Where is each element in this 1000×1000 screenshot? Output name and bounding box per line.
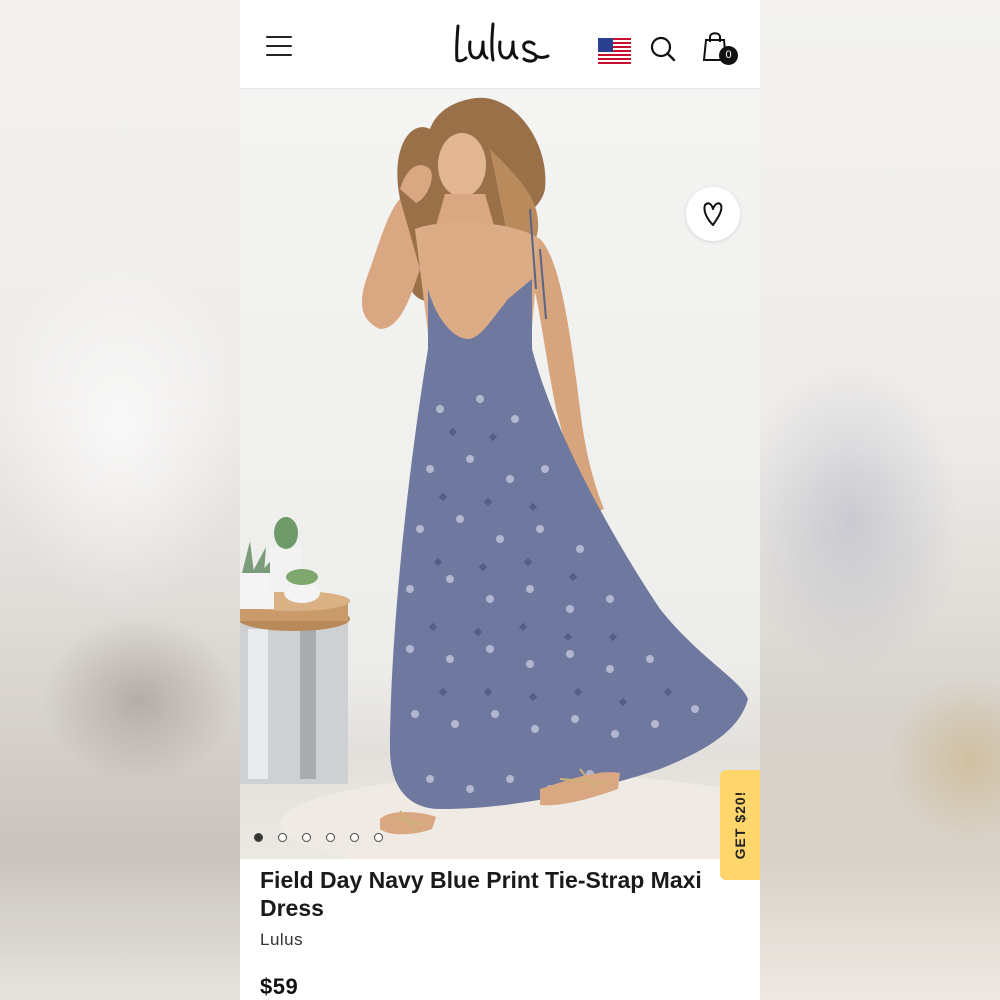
carousel-dot-6[interactable]	[374, 833, 383, 842]
product-price: $59	[260, 974, 299, 999]
carousel-dot-4[interactable]	[326, 833, 335, 842]
search-icon[interactable]	[649, 35, 677, 63]
mobile-page: 0 GET $20! Field Day Navy Blue Print Tie…	[240, 0, 760, 1000]
product-photo	[240, 97, 760, 859]
promo-tab[interactable]: GET $20!	[720, 770, 760, 880]
carousel-dot-2[interactable]	[278, 833, 287, 842]
carousel-dot-1[interactable]	[254, 833, 263, 842]
promo-label: GET $20!	[732, 790, 748, 860]
us-flag-icon[interactable]	[598, 38, 631, 64]
backdrop-left	[0, 0, 240, 1000]
product-brand[interactable]: Lulus	[260, 930, 303, 950]
lulus-logo[interactable]	[448, 18, 552, 68]
product-image[interactable]	[240, 89, 760, 859]
carousel-dot-3[interactable]	[302, 833, 311, 842]
carousel-dot-5[interactable]	[350, 833, 359, 842]
site-header: 0	[240, 0, 760, 89]
backdrop-right	[760, 0, 1000, 1000]
heart-icon	[703, 202, 723, 226]
cart-count-badge: 0	[719, 46, 738, 65]
product-title: Field Day Navy Blue Print Tie-Strap Maxi…	[260, 867, 702, 921]
wishlist-button[interactable]	[686, 187, 740, 241]
menu-icon[interactable]	[266, 36, 292, 56]
